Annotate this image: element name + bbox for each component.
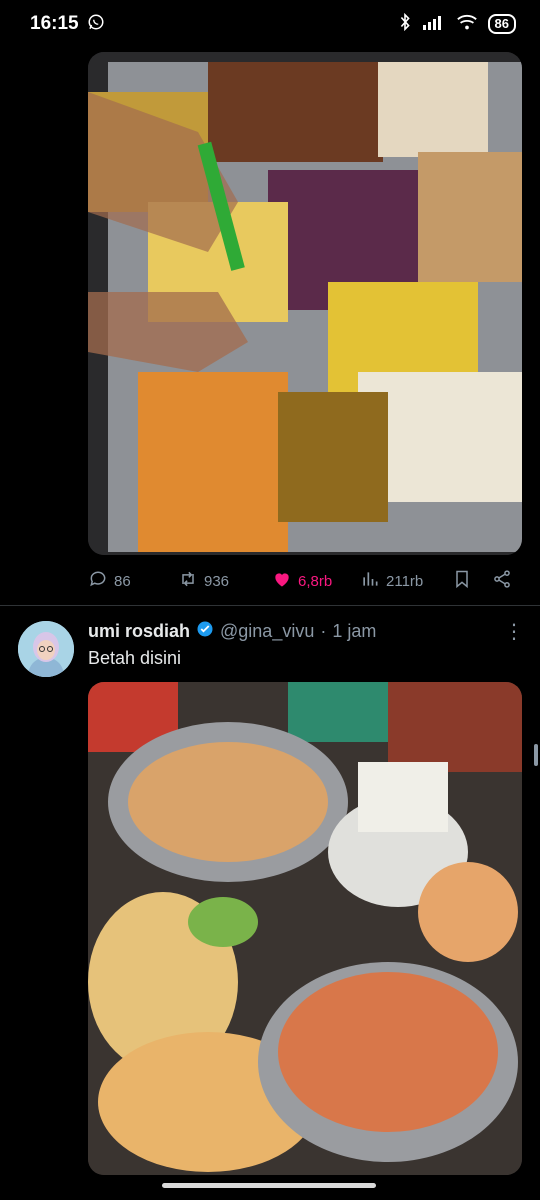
author-name[interactable]: umi rosdiah	[88, 621, 190, 642]
share-button[interactable]	[492, 569, 512, 593]
like-count: 6,8rb	[298, 572, 333, 590]
tweet-photo-vegetables[interactable]	[88, 52, 522, 555]
reply-count: 86	[114, 572, 131, 590]
separator-dot: ·	[320, 621, 327, 641]
battery-icon: 86	[487, 14, 516, 34]
more-options-icon[interactable]: ⋮	[504, 622, 524, 642]
retweet-button[interactable]: 936	[178, 569, 229, 593]
gesture-home-bar[interactable]	[162, 1183, 376, 1188]
verified-badge-icon	[196, 620, 214, 643]
heart-icon	[272, 569, 292, 593]
reply-icon	[88, 569, 108, 593]
tweet-photo-street-snacks[interactable]	[88, 682, 522, 1175]
avatar[interactable]	[18, 621, 74, 677]
whatsapp-icon	[87, 13, 105, 36]
bookmark-icon	[452, 569, 472, 593]
like-button[interactable]: 6,8rb	[272, 569, 332, 593]
status-bar: 16:15 86	[0, 0, 540, 48]
reply-button[interactable]: 86	[88, 569, 131, 593]
tweet-text: Betah disini	[88, 648, 182, 668]
retweet-icon	[178, 569, 198, 593]
views-count: 211rb	[386, 572, 424, 590]
tweet-header: umi rosdiah @gina_vivu · 1 jam	[88, 620, 376, 643]
scrollbar[interactable]	[534, 744, 538, 766]
share-icon	[492, 569, 512, 593]
tweet-divider	[0, 605, 540, 606]
bookmark-button[interactable]	[452, 569, 472, 593]
clock-time: 16:15	[30, 13, 79, 34]
author-handle[interactable]: @gina_vivu	[220, 621, 314, 642]
tweet-actions: 86 936 6,8rb 211rb	[88, 566, 522, 596]
views-button[interactable]: 211rb	[360, 569, 423, 593]
wifi-icon	[456, 13, 478, 36]
signal-icon	[422, 14, 446, 35]
retweet-count: 936	[204, 572, 230, 590]
tweet-timestamp[interactable]: 1 jam	[332, 621, 376, 642]
bluetooth-icon	[398, 12, 412, 36]
views-icon	[360, 569, 380, 593]
